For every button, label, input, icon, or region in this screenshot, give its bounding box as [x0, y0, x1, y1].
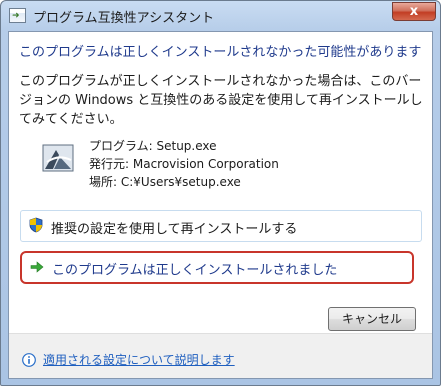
- window-title: プログラム互換性アシスタント: [33, 11, 215, 26]
- reinstall-recommended-label: 推奨の設定を使用して再インストールする: [51, 222, 298, 237]
- arrow-icon: ➜: [12, 11, 20, 21]
- dialog-message: このプログラムが正しくインストールされなかった場合は、このバージョンの Wind…: [19, 74, 423, 127]
- dialog-content: このプログラムは正しくインストールされなかった可能性があります このプログラムが…: [8, 31, 433, 379]
- installed-correctly-option[interactable]: このプログラムは正しくインストールされました: [20, 251, 414, 284]
- green-arrow-icon: [30, 261, 44, 273]
- cancel-button[interactable]: キャンセル: [328, 307, 416, 331]
- program-name: プログラム: Setup.exe: [89, 139, 217, 153]
- close-button[interactable]: x: [392, 2, 436, 21]
- dialog-heading: このプログラムは正しくインストールされなかった可能性があります: [19, 45, 422, 60]
- program-location: 場所: C:¥Users¥setup.exe: [89, 175, 241, 189]
- uac-shield-icon: [29, 217, 43, 233]
- close-icon: x: [409, 4, 419, 19]
- help-settings-link[interactable]: 適用される設定について説明します: [43, 351, 235, 368]
- installed-correctly-label: このプログラムは正しくインストールされました: [52, 263, 338, 278]
- setup-program-icon: [42, 144, 74, 172]
- program-details: プログラム: Setup.exe 発行元: Macrovision Corpor…: [89, 137, 279, 191]
- window-app-icon: ➜: [9, 8, 26, 23]
- info-icon: [22, 353, 36, 367]
- compatibility-assistant-window: ➜ プログラム互換性アシスタント x このプログラムは正しくインストールされなか…: [0, 0, 441, 386]
- title-bar: ➜ プログラム互換性アシスタント x: [1, 1, 440, 31]
- program-publisher: 発行元: Macrovision Corporation: [89, 157, 279, 171]
- reinstall-recommended-option[interactable]: 推奨の設定を使用して再インストールする: [20, 210, 422, 242]
